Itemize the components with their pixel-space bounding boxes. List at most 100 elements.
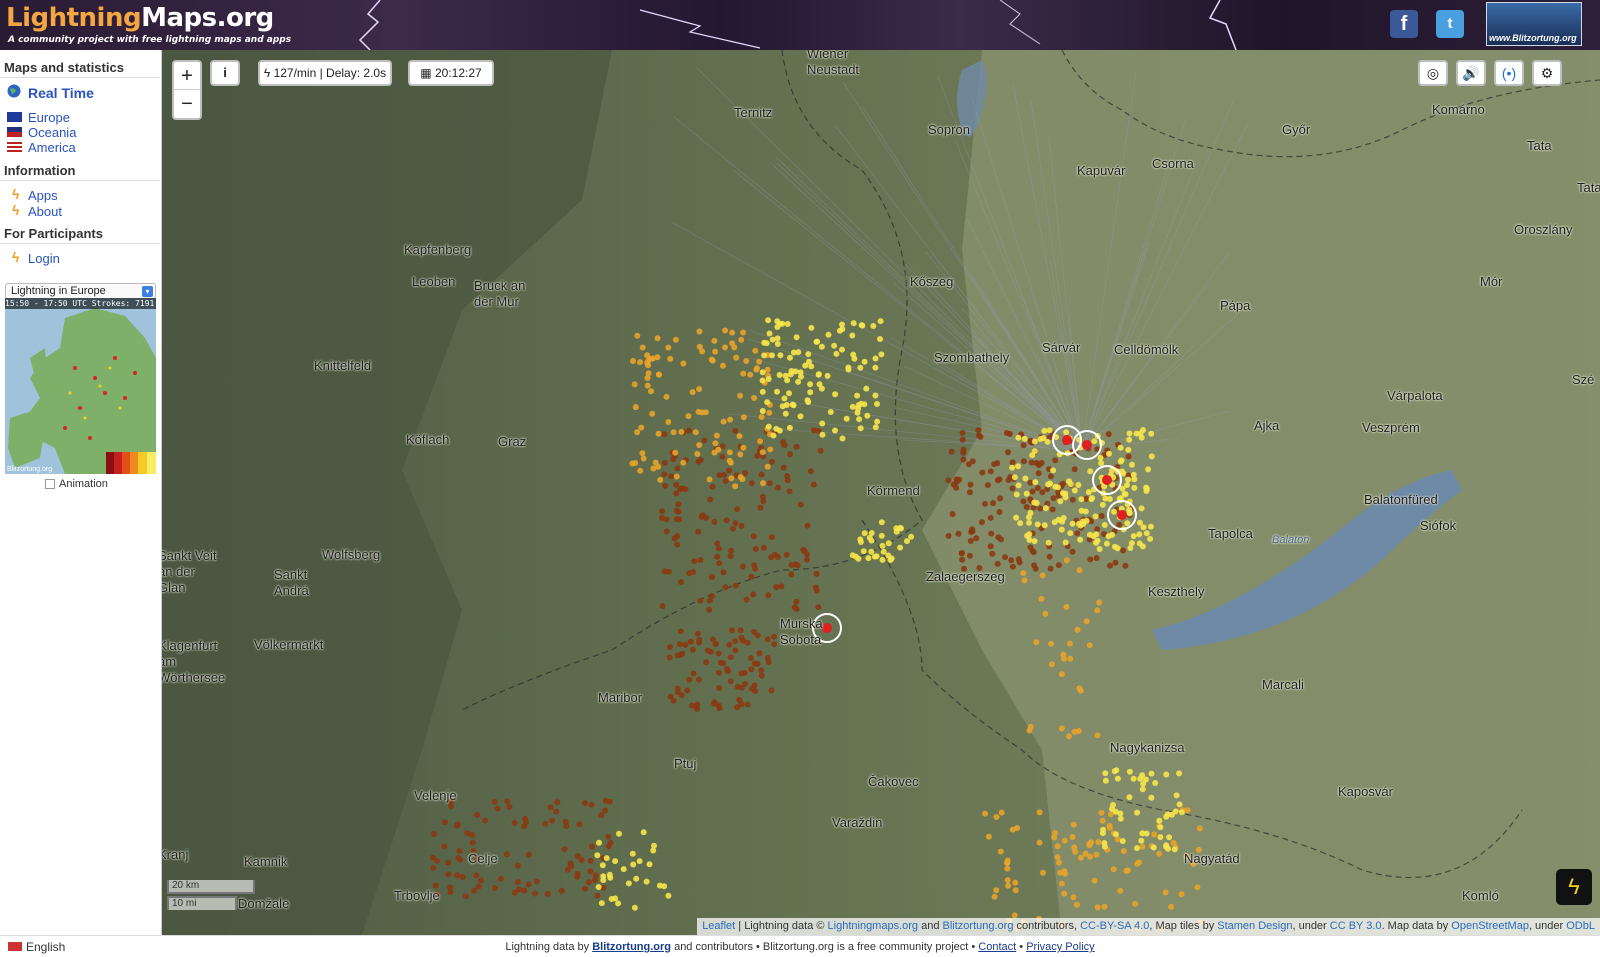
lightning-strike: [462, 893, 469, 900]
lightningmaps-link[interactable]: Lightningmaps.org: [828, 920, 919, 932]
map-place-label: Kapfenberg: [404, 242, 472, 257]
lightning-strike: [1126, 794, 1133, 801]
lightning-strike: [967, 538, 974, 544]
lightning-strike: [630, 861, 637, 868]
lightning-strike: [673, 507, 680, 514]
lightning-strike: [1077, 854, 1084, 861]
stamen-link[interactable]: Stamen Design: [1217, 920, 1292, 932]
sound-button[interactable]: 🔊: [1456, 60, 1486, 86]
lightning-strike: [1162, 889, 1169, 896]
login-link[interactable]: Login: [28, 251, 60, 266]
lightning-app-button[interactable]: ϟ: [1556, 869, 1592, 905]
lightning-strike: [1152, 780, 1159, 786]
lightning-strike: [878, 351, 885, 358]
privacy-link[interactable]: Privacy Policy: [1026, 941, 1094, 953]
lightning-strike: [716, 472, 723, 479]
lightning-strike: [1076, 567, 1083, 574]
lightning-strike: [973, 535, 980, 542]
lightning-strike: [804, 556, 810, 563]
lightning-strike: [753, 366, 760, 373]
info-button[interactable]: i: [210, 60, 240, 86]
lightning-strike: [993, 814, 1000, 820]
lightning-strike: [608, 896, 615, 902]
lightning-strike: [1105, 431, 1112, 438]
lightning-strike: [654, 335, 661, 342]
lightning-strike: [1098, 460, 1105, 467]
lightning-map[interactable]: Wiener Neustadt Ternitz Sopron Győr Komárno T…: [162, 50, 1600, 935]
lightning-strike: [1041, 427, 1048, 434]
lightning-strike: [727, 416, 734, 423]
lightning-strike: [1011, 474, 1018, 481]
lightning-strike: [701, 437, 708, 444]
zoom-in-button[interactable]: +: [174, 62, 200, 90]
locate-button[interactable]: ◎: [1418, 60, 1448, 86]
lightning-strike: [832, 427, 838, 434]
lightning-strike: [629, 850, 636, 857]
time-display[interactable]: ▦ 20:12:27: [408, 60, 494, 86]
blitzortung-link[interactable]: Blitzortung.org: [943, 920, 1014, 932]
facebook-icon[interactable]: f: [1390, 10, 1418, 38]
realtime-link[interactable]: Real Time: [28, 85, 94, 101]
lightning-strike: [738, 701, 745, 708]
lightning-strike: [678, 428, 685, 435]
lightning-strike: [1170, 839, 1177, 846]
lightning-strike: [646, 861, 653, 868]
lightning-strike: [740, 637, 746, 644]
lightning-strike: [813, 570, 820, 577]
lightning-strike: [606, 871, 613, 878]
lightning-strike: [1034, 485, 1041, 492]
lightning-strike: [1096, 599, 1103, 606]
odbl-link[interactable]: ODbL: [1566, 920, 1595, 932]
lightning-strike: [793, 334, 800, 341]
region-europe-link[interactable]: Europe: [28, 110, 70, 125]
map-place-label: Sopron: [928, 122, 970, 137]
region-america-link[interactable]: America: [28, 140, 76, 155]
map-select[interactable]: Lightning in Europe ▾: [5, 283, 156, 299]
lightning-strike: [504, 798, 511, 805]
ccbysa-link[interactable]: CC-BY-SA 4.0: [1080, 920, 1149, 932]
lightning-strike: [547, 804, 554, 811]
lightning-strike: [856, 416, 863, 423]
region-oceania-link[interactable]: Oceania: [28, 125, 76, 140]
map-place-label: Leoben: [412, 274, 456, 289]
map-place-label: Oroszlány: [1514, 222, 1573, 237]
twitter-icon[interactable]: t: [1436, 10, 1464, 38]
about-link[interactable]: About: [28, 204, 62, 219]
lightning-strike: [666, 654, 673, 661]
lightning-strike: [620, 866, 627, 873]
lightning-strike: [1006, 430, 1013, 437]
lightning-strike: [1122, 562, 1129, 569]
lightning-strike: [644, 375, 651, 381]
leaflet-link[interactable]: Leaflet: [702, 920, 735, 932]
apps-link[interactable]: Apps: [28, 188, 58, 203]
lightning-strike: [726, 467, 733, 474]
map-place-label: Celldömölk: [1114, 342, 1179, 357]
lightning-strike: [1004, 877, 1011, 884]
animation-checkbox[interactable]: [45, 479, 55, 490]
lightning-strike: [666, 644, 673, 650]
lightning-strike: [1026, 519, 1032, 526]
contact-link[interactable]: Contact: [978, 941, 1016, 953]
ccby-link[interactable]: CC BY 3.0: [1330, 920, 1382, 932]
blitzortung-banner[interactable]: www.Blitzortung.org: [1486, 2, 1582, 46]
lightning-strike: [697, 456, 704, 463]
lightning-strike: [648, 388, 654, 395]
stroke-rate-display[interactable]: ϟ 127/min | Delay: 2.0s: [258, 60, 392, 86]
lightning-strike: [1176, 770, 1183, 777]
europe-thumbnail-map[interactable]: 15:50 - 17:50 UTC Strokes: 7191 Blitzort…: [5, 298, 156, 474]
speaker-icon: 🔊: [1462, 65, 1480, 81]
lightning-strike: [759, 369, 766, 376]
lightning-strike: [773, 584, 780, 590]
settings-button[interactable]: ⚙: [1532, 60, 1562, 86]
animation-toggle[interactable]: Animation: [45, 478, 108, 490]
zoom-out-button[interactable]: −: [174, 90, 200, 118]
lightning-strike: [738, 670, 745, 677]
osm-link[interactable]: OpenStreetMap: [1451, 920, 1529, 932]
lightning-strike: [1020, 442, 1027, 449]
site-logo[interactable]: LightningMaps.org: [6, 3, 274, 33]
lightning-strike: [473, 872, 480, 879]
stations-button[interactable]: (•): [1494, 60, 1524, 86]
footer-blitzortung-link[interactable]: Blitzortung.org: [592, 941, 671, 953]
lightning-strike: [1071, 728, 1078, 735]
us-flag-icon: [7, 142, 22, 152]
